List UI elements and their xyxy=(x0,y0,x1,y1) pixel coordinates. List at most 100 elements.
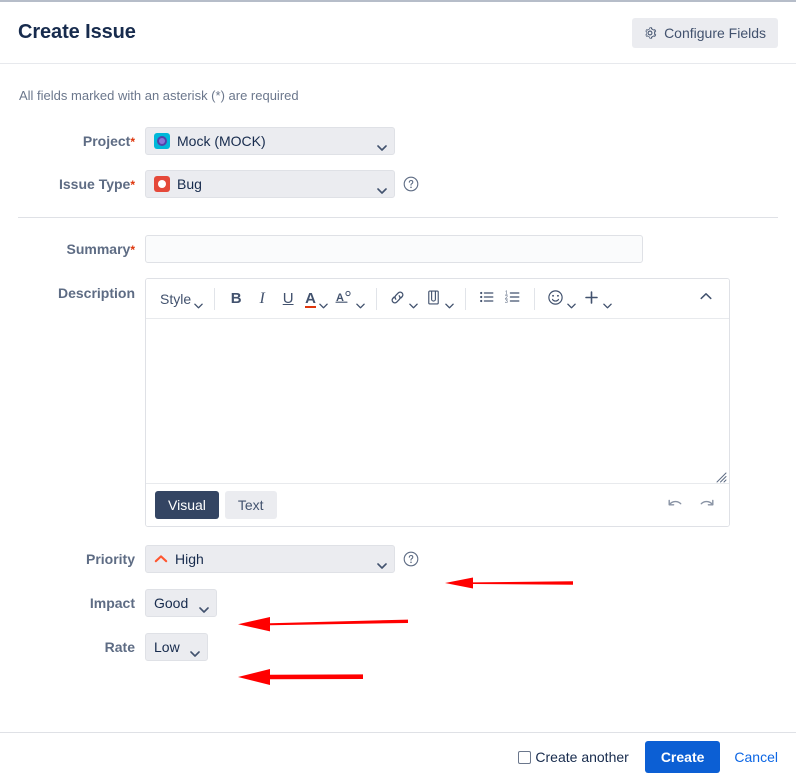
configure-fields-button[interactable]: Configure Fields xyxy=(632,17,778,48)
project-avatar-icon xyxy=(154,133,170,149)
summary-required-asterisk: * xyxy=(130,243,135,257)
text-style-button[interactable]: A xyxy=(331,285,368,313)
toolbar-separator xyxy=(464,287,466,310)
field-row-issue-type: Issue Type* Bug xyxy=(18,170,778,199)
priority-label-text: Priority xyxy=(85,551,135,567)
attachment-button[interactable] xyxy=(421,285,457,313)
resize-grip-icon[interactable] xyxy=(716,470,727,483)
field-row-description: Description Style B I U A A 1 2 3 Visual… xyxy=(18,278,778,527)
issue-type-label-text: Issue Type xyxy=(59,176,131,192)
create-another-label: Create another xyxy=(535,749,629,765)
svg-text:3: 3 xyxy=(505,299,508,305)
text-color-button[interactable]: A xyxy=(301,285,331,313)
color-swatch xyxy=(305,305,316,308)
project-required-asterisk: * xyxy=(130,135,135,149)
collapse-toolbar-button[interactable] xyxy=(693,285,719,313)
rate-control: Low xyxy=(145,633,208,661)
project-select[interactable]: Mock (MOCK) xyxy=(145,127,395,155)
numbered-list-button[interactable]: 1 2 3 xyxy=(500,285,526,313)
cancel-link[interactable]: Cancel xyxy=(734,749,778,765)
dialog-footer: Create another Create Cancel xyxy=(0,732,796,781)
description-editor: Style B I U A A 1 2 3 Visual Text xyxy=(145,278,730,527)
paperclip-icon xyxy=(425,289,442,309)
toolbar-separator xyxy=(533,287,535,310)
strikethrough-more-icon: A xyxy=(335,289,353,308)
impact-label-text: Impact xyxy=(89,595,135,611)
chevron-down-icon xyxy=(377,181,387,194)
bold-button[interactable]: B xyxy=(223,285,249,313)
project-label-text: Project xyxy=(82,133,131,149)
issue-type-required-asterisk: * xyxy=(130,178,135,192)
chevron-down-icon xyxy=(190,644,200,657)
impact-value: Good xyxy=(154,595,189,611)
gear-icon xyxy=(643,26,657,40)
editor-footer: Visual Text xyxy=(146,484,729,526)
create-another-checkbox[interactable] xyxy=(518,750,532,764)
summary-label-text: Summary xyxy=(66,241,131,257)
insert-more-button[interactable] xyxy=(579,285,615,313)
numbered-list-icon: 1 2 3 xyxy=(505,289,521,308)
issue-type-control: Bug xyxy=(145,170,419,198)
description-text-area[interactable] xyxy=(146,319,729,484)
style-dropdown-button[interactable]: Style xyxy=(156,285,206,313)
style-label: Style xyxy=(160,290,192,307)
underline-label: U xyxy=(282,290,294,307)
editor-mode-tabs: Visual Text xyxy=(155,491,277,519)
priority-label: Priority xyxy=(18,545,145,573)
rate-label: Rate xyxy=(18,633,145,661)
chevron-down-icon xyxy=(445,296,454,309)
project-control: Mock (MOCK) xyxy=(145,127,395,155)
rate-select[interactable]: Low xyxy=(145,633,208,661)
emoji-button[interactable] xyxy=(543,285,579,313)
field-row-impact: Impact Good xyxy=(18,589,778,617)
bullet-list-icon xyxy=(479,289,495,308)
toolbar-separator xyxy=(214,287,216,310)
create-another-checkbox-wrap[interactable]: Create another xyxy=(518,749,629,765)
rate-label-text: Rate xyxy=(104,639,135,655)
page-title: Create Issue xyxy=(18,21,136,43)
underline-button[interactable]: U xyxy=(275,285,301,313)
issue-type-value: Bug xyxy=(177,176,202,192)
dialog-body: All fields marked with an asterisk (*) a… xyxy=(0,64,796,732)
field-row-project: Project* Mock (MOCK) xyxy=(18,127,778,156)
tab-text[interactable]: Text xyxy=(224,491,277,519)
chevron-down-icon xyxy=(199,600,209,613)
bold-label: B xyxy=(230,290,242,307)
bullet-list-button[interactable] xyxy=(474,285,500,313)
undo-icon[interactable] xyxy=(665,495,685,515)
chevron-down-icon xyxy=(319,296,328,309)
priority-value: High xyxy=(175,551,204,567)
priority-control: High xyxy=(145,545,419,573)
required-fields-note: All fields marked with an asterisk (*) a… xyxy=(19,88,299,103)
project-label: Project* xyxy=(18,127,145,156)
summary-control xyxy=(145,235,643,263)
link-button[interactable] xyxy=(385,285,421,313)
dialog-header: Create Issue Configure Fields xyxy=(0,2,796,64)
priority-help-icon[interactable] xyxy=(403,551,419,567)
tab-visual[interactable]: Visual xyxy=(155,491,219,519)
italic-label: I xyxy=(259,289,265,307)
create-issue-dialog: Create Issue Configure Fields All fields… xyxy=(0,0,796,781)
plus-icon xyxy=(583,289,600,309)
chevron-down-icon xyxy=(194,296,203,309)
chevron-down-icon xyxy=(356,296,365,309)
summary-input[interactable] xyxy=(145,235,643,263)
field-row-priority: Priority High xyxy=(18,545,778,573)
priority-select[interactable]: High xyxy=(145,545,395,573)
emoji-icon xyxy=(547,289,564,309)
bug-icon xyxy=(154,176,170,192)
chevron-up-double-icon xyxy=(698,289,714,308)
toolbar-separator xyxy=(375,287,377,310)
undo-redo-group xyxy=(665,495,719,515)
chevron-down-icon xyxy=(567,296,576,309)
issue-type-help-icon[interactable] xyxy=(403,176,419,192)
italic-button[interactable]: I xyxy=(249,285,275,313)
redo-icon[interactable] xyxy=(697,495,717,515)
create-button[interactable]: Create xyxy=(644,741,721,773)
rate-value: Low xyxy=(154,639,180,655)
impact-control: Good xyxy=(145,589,217,617)
issue-type-select[interactable]: Bug xyxy=(145,170,395,198)
chevron-down-icon xyxy=(409,296,418,309)
impact-select[interactable]: Good xyxy=(145,589,217,617)
section-divider xyxy=(18,217,778,218)
